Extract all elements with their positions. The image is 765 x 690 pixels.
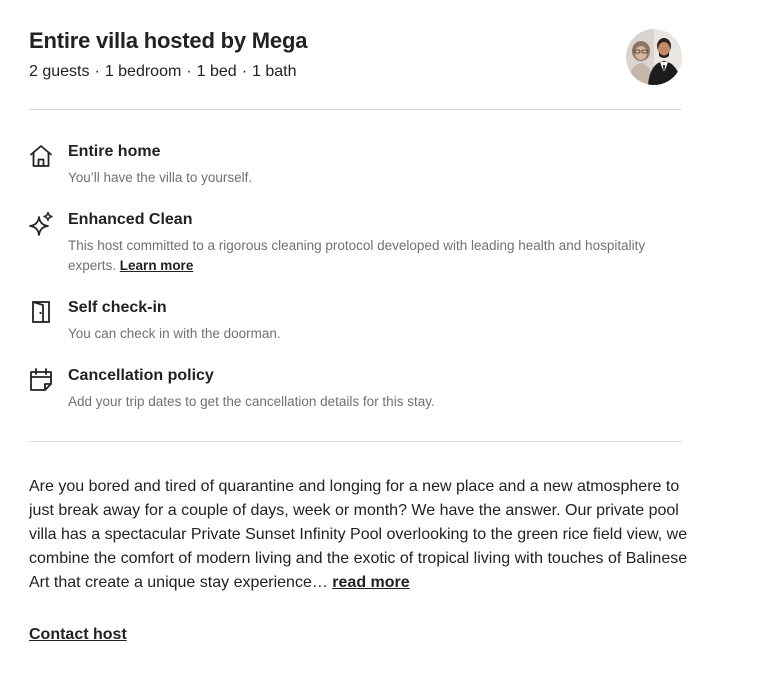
- highlight-description: Add your trip dates to get the cancellat…: [68, 394, 435, 409]
- sparkle-icon: [28, 211, 54, 237]
- contact-host-link[interactable]: Contact host: [29, 626, 127, 644]
- highlight-description: This host committed to a rigorous cleani…: [68, 238, 646, 273]
- home-icon: [28, 143, 54, 169]
- separator: ·: [94, 63, 100, 80]
- highlight-description: You can check in with the doorman.: [68, 326, 281, 341]
- highlight-title: Self check-in: [68, 299, 167, 316]
- separator: ·: [241, 63, 248, 80]
- host-avatar[interactable]: [626, 29, 682, 85]
- bedrooms-count: 1 bedroom: [104, 63, 182, 80]
- read-more-link[interactable]: read more: [332, 574, 409, 591]
- listing-summary: 2 guests · 1 bedroom · 1 bed · 1 bath: [29, 63, 297, 81]
- listing-header: Entire villa hosted by Mega 2 guests · 1 b…: [29, 0, 682, 110]
- separator: ·: [186, 63, 192, 80]
- host-photo: [626, 29, 682, 85]
- highlight-title: Cancellation policy: [68, 367, 214, 384]
- listing-overview: Entire villa hosted by Mega 2 guests · 1 b…: [29, 0, 687, 643]
- listing-title: Entire villa hosted by Mega: [29, 28, 308, 53]
- beds-count: 1 bed: [196, 63, 237, 80]
- learn-more-link[interactable]: Learn more: [120, 258, 194, 273]
- listing-highlights: Entire home You’ll have the villa to you…: [29, 110, 682, 442]
- door-icon: [28, 299, 54, 325]
- guests-count: 2 guests: [29, 63, 90, 80]
- highlight-title: Enhanced Clean: [68, 211, 193, 228]
- highlight-title: Entire home: [68, 143, 161, 160]
- listing-description: Are you bored and tired of quarantine an…: [29, 475, 689, 595]
- baths-count: 1 bath: [252, 63, 297, 80]
- highlight-description: You’ll have the villa to yourself.: [68, 170, 253, 185]
- calendar-icon: [28, 367, 54, 393]
